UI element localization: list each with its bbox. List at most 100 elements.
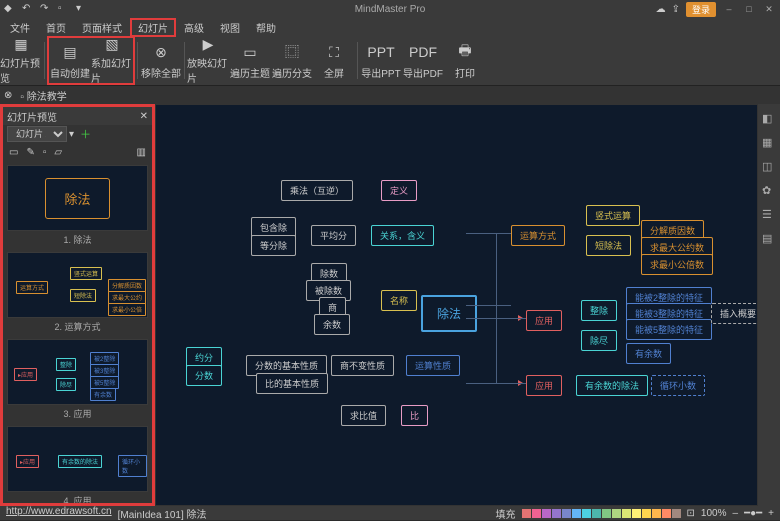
redo-icon[interactable]: ↷ [40,3,52,15]
menu-高级[interactable]: 高级 [176,18,212,37]
qat-more-icon[interactable]: ▾ [76,3,88,15]
color-swatch[interactable] [632,509,641,518]
slide-sel-dropdown-icon[interactable]: ▾ [69,129,74,140]
close-button[interactable]: ✕ [762,3,776,15]
close-panel-icon[interactable]: ⊗ [4,90,12,101]
color-swatch[interactable] [652,509,661,518]
node-center[interactable]: 除法 [421,295,477,332]
tool-frame-icon[interactable]: ▱ [54,147,62,158]
node-youyuchufa[interactable]: 有余数的除法 [576,375,648,396]
panel-close-icon[interactable]: ✕ [140,111,148,122]
node-xunhuan[interactable]: 循环小数 [651,375,705,396]
menu-页面样式[interactable]: 页面样式 [74,18,130,37]
node-bi[interactable]: 比 [401,405,428,426]
node-yushu[interactable]: 余数 [314,314,350,335]
undo-icon[interactable]: ↶ [22,3,34,15]
ribbon-导出PDF[interactable]: PDF导出PDF [402,36,444,85]
导出PPT-icon: PPT [370,41,392,63]
share-icon[interactable]: ⇪ [672,4,680,15]
login-button[interactable]: 登录 [686,2,716,17]
node-duanchu[interactable]: 短除法 [586,235,631,256]
node-yunsuanfangshi[interactable]: 运算方式 [511,225,565,246]
tool-insert-icon[interactable]: ▭ [9,147,18,158]
zoom-slider[interactable]: ━●━ [744,508,762,519]
mindmap-canvas[interactable]: 除法 定义 乘法（互逆） 关系，含义 平均分 包含除 等分除 名称 除数 被除数… [155,104,758,506]
minimize-button[interactable]: – [722,3,736,15]
cloud-icon[interactable]: ☁ [656,4,666,15]
color-swatch[interactable] [542,509,551,518]
ribbon-group: ▶放映幻灯片▭遍历主题⿴遍历分支⛶全屏 [187,36,355,85]
node-zhengchu[interactable]: 整除 [581,300,617,321]
ribbon-系加幻灯片[interactable]: ▧系加幻灯片 [91,38,133,83]
rt-theme-icon[interactable]: ▦ [762,136,776,150]
color-swatch[interactable] [562,509,571,518]
rt-style-icon[interactable]: ◧ [762,112,776,126]
ribbon-全屏[interactable]: ⛶全屏 [313,36,355,85]
node-guanxi[interactable]: 关系，含义 [371,225,434,246]
node-shushi[interactable]: 竖式运算 [586,205,640,226]
slide-thumb[interactable]: 除法1. 除法 [7,165,148,248]
rt-tag-icon[interactable]: ✿ [762,184,776,198]
node-charu[interactable]: 插入概要 [711,303,758,324]
rt-clip-icon[interactable]: ▤ [762,232,776,246]
color-swatch[interactable] [572,509,581,518]
color-swatch[interactable] [522,509,531,518]
node-tz5[interactable]: 能被5整除的特征 [626,319,712,340]
node-dingyi[interactable]: 定义 [381,180,417,201]
slide-thumb[interactable]: ▸应用有余数的除法循环小数4. 应用 [7,426,148,503]
add-slide-button[interactable]: ＋ [80,126,91,142]
color-swatch[interactable] [552,509,561,518]
ribbon-放映幻灯片[interactable]: ▶放映幻灯片 [187,36,229,85]
color-swatch[interactable] [592,509,601,518]
node-youyushu[interactable]: 有余数 [626,343,671,364]
color-swatch[interactable] [602,509,611,518]
color-swatch[interactable] [582,509,591,518]
node-gongbei[interactable]: 求最小公倍数 [641,254,713,275]
slide-thumb[interactable]: 运算方式竖式运算短除法分解质因数求最大公约求最小公倍2. 运算方式 [7,252,148,335]
menu-帮助[interactable]: 帮助 [248,18,284,37]
slide-thumb[interactable]: ▸应用整除除尽被2整除被3整除被5整除有余数3. 应用 [7,339,148,422]
ribbon-打印[interactable]: 🖶打印 [444,36,486,85]
node-chengfa[interactable]: 乘法（互逆） [281,180,353,201]
zoom-out-icon[interactable]: – [733,508,739,519]
maximize-button[interactable]: □ [742,3,756,15]
color-swatch[interactable] [642,509,651,518]
slide-selector[interactable]: 幻灯片 2 [7,126,67,142]
node-sbb[interactable]: 商不变性质 [331,355,394,376]
color-swatch[interactable] [672,509,681,518]
ribbon-遍历主题[interactable]: ▭遍历主题 [229,36,271,85]
tool-copy-icon[interactable]: ▫ [43,147,47,158]
tool-view-icon[interactable]: ▥ [137,147,146,158]
zoom-in-icon[interactable]: + [768,508,774,519]
tool-edit-icon[interactable]: ✎ [26,147,34,158]
menu-视图[interactable]: 视图 [212,18,248,37]
rt-icon-icon[interactable]: ☰ [762,208,776,222]
save-icon[interactable]: ▫ [58,3,70,15]
color-swatch[interactable] [622,509,631,518]
color-swatch[interactable] [612,509,621,518]
node-ysxz[interactable]: 运算性质 [406,355,460,376]
ribbon-移除全部[interactable]: ⊗移除全部 [140,36,182,85]
node-chujin[interactable]: 除尽 [581,330,617,351]
ribbon-遍历分支[interactable]: ⿴遍历分支 [271,36,313,85]
node-bijb[interactable]: 比的基本性质 [256,373,328,394]
menu-首页[interactable]: 首页 [38,18,74,37]
menu-文件[interactable]: 文件 [2,18,38,37]
color-swatch[interactable] [662,509,671,518]
node-pingjunfen[interactable]: 平均分 [311,225,356,246]
menu-幻灯片[interactable]: 幻灯片 [130,18,176,37]
rt-layout-icon[interactable]: ◫ [762,160,776,174]
ribbon-幻灯片预览[interactable]: ▦幻灯片预览 [0,36,42,85]
node-dengfenchu[interactable]: 等分除 [251,235,296,256]
ribbon-导出PPT[interactable]: PPT导出PPT [360,36,402,85]
color-swatch[interactable] [532,509,541,518]
node-qiubi[interactable]: 求比值 [341,405,386,426]
ribbon-自动创建[interactable]: ▤自动创建 [49,38,91,83]
node-mingcheng[interactable]: 名称 [381,290,417,311]
document-tab[interactable]: ▫ 除法教学 [20,88,66,103]
node-fenshu[interactable]: 分数 [186,365,222,386]
node-yingyong2[interactable]: 应用 [526,375,562,396]
node-yingyong1[interactable]: 应用 [526,310,562,331]
status-link[interactable]: http://www.edrawsoft.cn [6,506,112,521]
zoom-fit-icon[interactable]: ⊡ [687,508,695,519]
